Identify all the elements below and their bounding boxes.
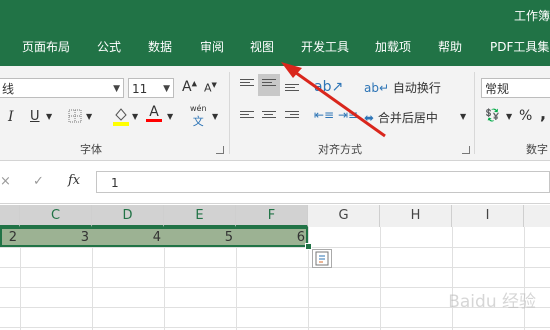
- watermark: Baidu 经验: [448, 292, 536, 312]
- annotation-arrow: [281, 62, 386, 138]
